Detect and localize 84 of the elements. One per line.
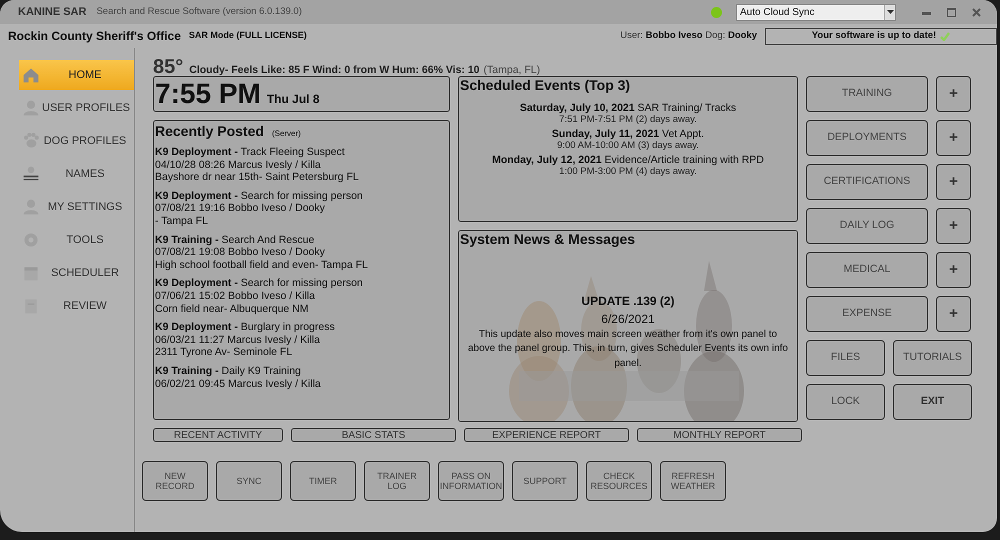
add-button[interactable]: +	[936, 76, 971, 112]
add-button[interactable]: +	[936, 252, 971, 288]
toolbar-button[interactable]: PASS ON INFORMATION	[438, 461, 504, 501]
post-title: K9 Deployment - Burglary in progress	[155, 321, 336, 334]
report-button[interactable]: BASIC STATS	[291, 428, 456, 442]
app-title: KANINE SAR	[18, 4, 86, 20]
module-button[interactable]: MEDICAL	[806, 252, 928, 288]
module-button[interactable]: DAILY LOG	[806, 208, 928, 244]
toolbar-button[interactable]: REFRESH WEATHER	[660, 461, 726, 501]
sidebar-item[interactable]: REVIEW	[19, 291, 134, 321]
news-headline: UPDATE .139 (2)	[580, 292, 676, 310]
event-title: Sunday, July 11, 2021 Vet Appt.	[550, 128, 706, 140]
post-title: K9 Deployment - Search for missing person	[155, 277, 364, 290]
post-title: K9 Training - Search And Rescue	[155, 234, 316, 246]
add-button[interactable]: +	[936, 120, 971, 156]
module-button[interactable]: CERTIFICATIONS	[806, 164, 928, 200]
weather-location: (Tampa, FL)	[484, 63, 540, 78]
post-location: - Tampa FL	[155, 214, 209, 228]
user-info: User: Bobbo Iveso Dog: Dooky	[620, 28, 757, 43]
module-button[interactable]: EXPENSE	[806, 296, 928, 332]
event-time: 1:00 PM-3:00 PM (4) days away.	[558, 166, 698, 178]
event-title: Monday, July 12, 2021 Evidence/Article training with RPD	[491, 154, 765, 166]
event-time: 9:00 AM-10:00 AM (3) days away.	[556, 140, 700, 152]
toolbar-button[interactable]: CHECK RESOURCES	[586, 461, 652, 501]
toolbar-button[interactable]: NEW RECORD	[142, 461, 208, 501]
post-title: K9 Training - Daily K9 Training	[155, 364, 302, 378]
caret-icon	[886, 10, 894, 14]
sidebar-item[interactable]: NAMES	[19, 159, 134, 189]
sidebar-item[interactable]: MY SETTINGS	[19, 192, 134, 222]
add-button[interactable]: +	[936, 296, 971, 332]
module-button[interactable]: TRAINING	[806, 76, 928, 112]
maximize-icon[interactable]	[947, 8, 956, 16]
post-title: K9 Deployment - Search for missing person	[155, 190, 364, 202]
add-button[interactable]: +	[936, 208, 971, 244]
post-location: High school football field and even- Tampa FL	[155, 258, 369, 272]
toolbar-button[interactable]: SUPPORT	[512, 461, 578, 501]
sidebar-item[interactable]: SCHEDULER	[19, 258, 134, 288]
report-button[interactable]: RECENT ACTIVITY	[153, 428, 283, 442]
post-meta: 06/03/21 11:27 Marcus Ivesly / Killa	[155, 334, 321, 346]
sync-dropdown[interactable]: Auto Cloud Sync	[736, 4, 896, 20]
add-button[interactable]: +	[936, 164, 971, 200]
update-status: Your software is up to date!	[765, 28, 997, 44]
panel-source: (Server)	[272, 128, 301, 140]
post-meta: 07/08/21 19:16 Bobbo Iveso / Dooky	[155, 202, 326, 215]
toolbar-button[interactable]: TRAINER LOG	[364, 461, 430, 501]
weather-summary: Cloudy- Feels Like: 85 F Wind: 0 from W Hum: 66% Vis: 10	[189, 63, 480, 78]
action-button[interactable]: EXIT	[893, 384, 972, 420]
sidebar-item[interactable]: HOME	[19, 60, 134, 90]
toolbar-button[interactable]: SYNC	[216, 461, 282, 501]
panel-title: Recently Posted	[155, 123, 264, 140]
organization-name: Rockin County Sheriff's Office	[8, 28, 181, 45]
action-button[interactable]: LOCK	[806, 384, 885, 420]
post-location: Bayshore dr near 15th- Saint Petersburg FL	[155, 171, 360, 184]
event-title: Saturday, July 10, 2021 SAR Training/ Tracks	[518, 102, 738, 114]
report-button[interactable]: EXPERIENCE REPORT	[464, 428, 629, 442]
post-location: Corn field near- Albuquerque NM	[155, 302, 310, 316]
post-meta: 06/02/21 09:45 Marcus Ivesly / Killa	[155, 378, 322, 390]
post-meta: 07/06/21 15:02 Bobbo Iveso / Killa	[155, 290, 316, 303]
post-location: 2311 Tyrone Av- Seminole FL	[155, 346, 294, 359]
home-icon	[22, 66, 40, 84]
sidebar-item[interactable]: TOOLS	[19, 225, 134, 255]
app-subtitle: Search and Rescue Software (version 6.0.139.0)	[96, 4, 302, 19]
temperature: 85°	[153, 55, 184, 80]
license-mode: SAR Mode (FULL LICENSE)	[188, 29, 307, 42]
post-title: K9 Deployment - Track Fleeing Suspect	[155, 146, 346, 159]
action-button[interactable]: FILES	[806, 340, 885, 376]
module-button[interactable]: DEPLOYMENTS	[806, 120, 928, 156]
toolbar-button[interactable]: TIMER	[290, 461, 356, 501]
news-body: This update also moves main screen weather from it's own panel to above the panel group. This, in turn, gives Scheduler Events its own info panel.	[466, 328, 789, 371]
person-icon	[22, 165, 40, 183]
panel-title: Scheduled Events (Top 3)	[460, 77, 632, 94]
close-icon[interactable]	[972, 8, 981, 16]
news-date: 6/26/2021	[600, 310, 656, 328]
event-time: 7:51 PM-7:51 PM (2) days away.	[558, 114, 698, 126]
action-button[interactable]: TUTORIALS	[893, 340, 972, 376]
check-icon	[940, 32, 950, 40]
post-meta: 04/10/28 08:26 Marcus Ivesly / Killa	[155, 158, 322, 172]
report-button[interactable]: MONTHLY REPORT	[637, 428, 802, 442]
post-meta: 07/08/21 19:08 Bobbo Iveso / Dooky	[155, 246, 326, 259]
sidebar-item[interactable]: DOG PROFILES	[19, 126, 134, 156]
clock-date: Thu Jul 8	[266, 91, 320, 108]
sidebar-item[interactable]: USER PROFILES	[19, 93, 134, 123]
panel-title: System News & Messages	[460, 231, 636, 248]
clock-time: 7:55 PM	[155, 77, 261, 111]
